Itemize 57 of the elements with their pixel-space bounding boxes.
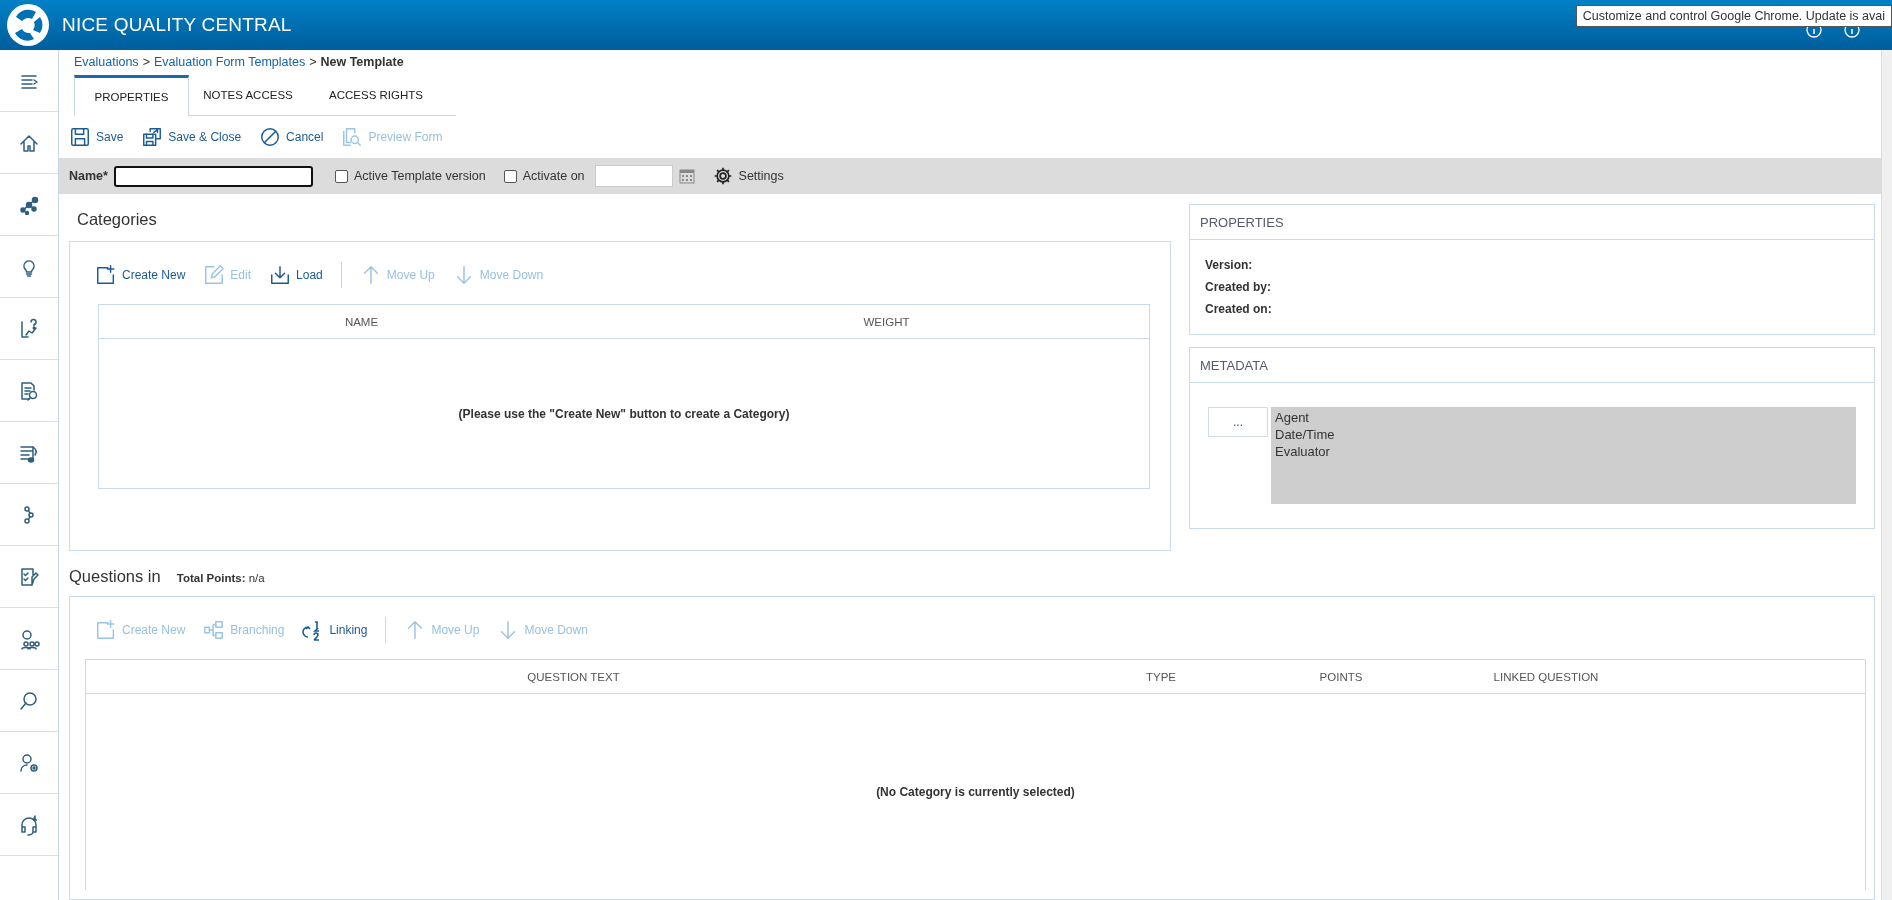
cancel-button[interactable]: Cancel xyxy=(259,126,332,148)
total-points: Total Points: n/a xyxy=(176,572,265,584)
breadcrumb-separator: > xyxy=(142,55,150,71)
checkbox-label: Activate on xyxy=(522,169,585,183)
tab[interactable]: ACCESS RIGHTS xyxy=(317,75,435,115)
settings-label[interactable]: Settings xyxy=(738,169,784,183)
download-icon xyxy=(269,264,292,286)
cancel-icon xyxy=(259,126,282,148)
breadcrumb-current: New Template xyxy=(320,55,404,71)
save-icon xyxy=(69,126,91,148)
column-header: TYPE xyxy=(1144,670,1177,683)
download-button[interactable]: Load xyxy=(269,264,331,286)
panel-title: METADATA xyxy=(1190,348,1874,383)
tab[interactable]: PROPERTIES xyxy=(74,75,189,116)
empty-message: (No Category is currently selected) xyxy=(876,785,1075,799)
app-title: NICE QUALITY CENTRAL xyxy=(62,14,292,36)
checkbox[interactable] xyxy=(334,169,348,183)
save-close-icon xyxy=(141,126,164,148)
more-button[interactable]: ... xyxy=(1208,407,1268,437)
section-title: Questions in xyxy=(69,567,161,586)
field-label: Created on: xyxy=(1205,302,1273,316)
panel-title: PROPERTIES xyxy=(1190,205,1874,240)
column-header: NAME xyxy=(343,315,380,328)
edit-icon xyxy=(203,264,226,286)
list-item[interactable]: Agent xyxy=(1275,409,1852,426)
list-item[interactable]: Date/Time xyxy=(1275,426,1852,443)
browser-tooltip: Customize and control Google Chrome. Update is avai xyxy=(1575,5,1892,27)
column-header: POINTS xyxy=(1318,670,1364,683)
checkbox-label: Active Template version xyxy=(353,169,486,183)
breadcrumb-separator: > xyxy=(309,55,317,71)
field-label: Version: xyxy=(1205,258,1254,272)
add-icon xyxy=(95,264,117,286)
name-input[interactable] xyxy=(113,165,313,187)
date-input[interactable] xyxy=(594,165,673,187)
add-button[interactable]: Create New xyxy=(95,264,194,286)
link-order-button[interactable]: Linking xyxy=(302,619,376,641)
preview-icon xyxy=(341,126,364,148)
list-item[interactable]: Evaluator xyxy=(1275,443,1852,460)
calendar-icon[interactable] xyxy=(678,168,695,184)
name-label: Name* xyxy=(69,169,108,183)
save-button[interactable]: Save xyxy=(69,126,132,148)
section-title: Categories xyxy=(76,209,158,230)
save-close-button[interactable]: Save & Close xyxy=(141,126,250,148)
settings-icon[interactable] xyxy=(712,166,733,186)
add-icon xyxy=(95,619,117,641)
scrollbar[interactable] xyxy=(1881,50,1892,900)
empty-message: (Please use the "Create New" button to create a Category) xyxy=(458,406,790,421)
tab[interactable]: NOTES ACCESS xyxy=(189,75,307,115)
column-header: QUESTION TEXT xyxy=(526,670,621,683)
column-header: LINKED QUESTION xyxy=(1492,670,1600,683)
column-header: WEIGHT xyxy=(862,315,911,328)
field-label: Created by: xyxy=(1205,280,1273,294)
breadcrumb-link[interactable]: Evaluations xyxy=(74,55,139,75)
checkbox[interactable] xyxy=(503,169,517,183)
breadcrumb-link[interactable]: Evaluation Form Templates xyxy=(153,55,306,75)
branching-icon xyxy=(203,619,226,641)
logo-icon xyxy=(6,3,50,47)
